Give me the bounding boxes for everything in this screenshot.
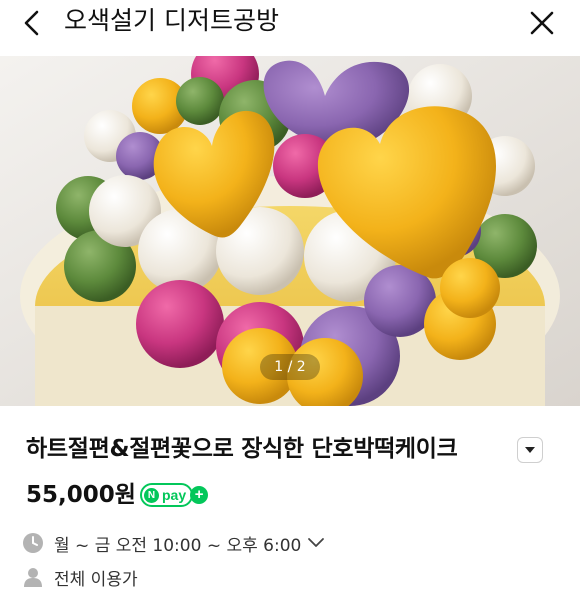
npay-label: pay bbox=[162, 487, 187, 503]
shop-title: 오색설기 디저트공방 bbox=[64, 6, 279, 35]
product-price: 55,000원 bbox=[26, 482, 136, 508]
audience-row: 전체 이용가 bbox=[22, 562, 138, 592]
caret-down-icon bbox=[525, 447, 535, 453]
npay-pill: N pay bbox=[140, 483, 194, 507]
npay-plus-icon: + bbox=[190, 486, 209, 504]
business-hours-row[interactable]: 월 ~ 금 오전 10:00 ~ 오후 6:00 bbox=[22, 528, 325, 558]
clock-icon bbox=[23, 533, 43, 553]
chevron-down-icon[interactable] bbox=[307, 537, 325, 549]
person-icon bbox=[24, 568, 42, 587]
close-icon[interactable] bbox=[527, 8, 557, 38]
title-dropdown-button[interactable] bbox=[517, 437, 543, 463]
npay-plus-badge: N pay + bbox=[140, 483, 209, 507]
business-hours-text: 월 ~ 금 오전 10:00 ~ 오후 6:00 bbox=[54, 535, 302, 556]
top-bar: 오색설기 디저트공방 bbox=[0, 0, 580, 56]
audience-text: 전체 이용가 bbox=[54, 569, 138, 590]
back-chevron-icon[interactable] bbox=[18, 8, 48, 38]
product-title: 하트절편&절편꽃으로 장식한 단호박떡케이크 bbox=[26, 436, 458, 462]
gallery-page-indicator: 1 / 2 bbox=[260, 354, 320, 380]
naver-n-icon: N bbox=[144, 487, 159, 503]
